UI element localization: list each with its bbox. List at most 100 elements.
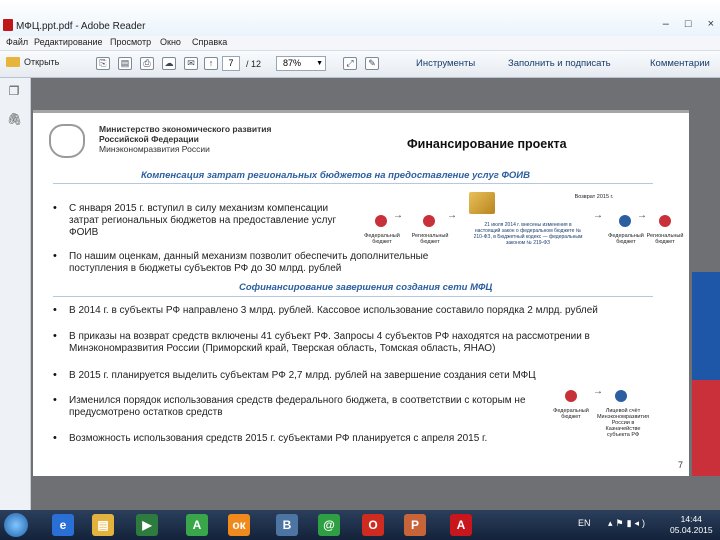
cloud-icon[interactable]: ☁ <box>162 57 176 70</box>
menu-file[interactable]: Файл <box>6 37 28 47</box>
diagram-caption: Федеральный бюджет <box>553 408 589 420</box>
subheading-cofinancing: Софинансирование завершения создания сет… <box>239 282 493 293</box>
fit-page-icon[interactable]: ⤢ <box>343 57 357 70</box>
arrow-icon: → <box>447 210 457 221</box>
diagram-caption: Федеральный бюджет <box>364 233 400 245</box>
law-note: 21 июля 2014 г. внесены изменения в наст… <box>473 222 583 246</box>
russia-emblem-icon <box>49 124 85 158</box>
slide-number: 7 <box>677 460 683 470</box>
sign-icon[interactable]: ✎ <box>365 57 379 70</box>
bullet-text: В 2014 г. в субъекты РФ направлено 3 млр… <box>69 305 598 316</box>
opera-icon[interactable]: O <box>362 514 384 536</box>
page-thumbnails-icon[interactable]: ❐ <box>7 84 21 98</box>
law-book-icon <box>469 192 495 214</box>
toolbar: Открыть ⎘ ▤ ⎙ ☁ ✉ ↑ 7 / 12 87% ▼ ⤢ ✎ Инс… <box>0 51 720 78</box>
diagram-caption: Региональный бюджет <box>411 233 449 245</box>
arrow-icon: → <box>393 210 403 221</box>
menu-help[interactable]: Справка <box>192 37 227 47</box>
ministry-line3: Минэкономразвития России <box>99 144 210 154</box>
slide-title: Финансирование проекта <box>407 137 567 151</box>
federal-budget-icon <box>565 390 577 402</box>
document-page: Министерство экономического развития Рос… <box>33 110 689 476</box>
odnoklassniki-icon[interactable]: ок <box>228 514 250 536</box>
menu-view[interactable]: Просмотр <box>110 37 151 47</box>
bullet-text: Возможность использования средств 2015 г… <box>69 433 488 444</box>
page-total: / 12 <box>246 59 262 69</box>
tray-icons[interactable]: ▴⚑▮◂) <box>608 518 648 529</box>
federal-budget-icon <box>619 215 631 227</box>
ministry-line1: Министерство экономического развития <box>99 124 272 134</box>
maximize-button[interactable]: □ <box>685 18 692 30</box>
bullet-text: По нашим оценкам, данный механизм позвол… <box>69 251 429 274</box>
bullet-marker: • <box>53 202 57 214</box>
bullet-marker: • <box>53 432 57 444</box>
federal-budget-icon <box>375 215 387 227</box>
ministry-line2: Российской Федерации <box>99 134 199 144</box>
bullet-text: Изменился порядок использования средств … <box>69 395 526 418</box>
powerpoint-icon[interactable]: P <box>404 514 426 536</box>
window-titlebar: МФЦ.ppt.pdf - Adobe Reader – □ × <box>0 0 720 36</box>
internet-explorer-icon[interactable]: e <box>52 514 74 536</box>
regional-budget-icon <box>423 215 435 227</box>
open-label: Открыть <box>24 57 60 67</box>
windows-taskbar: e ▤ ▶ A ок B @ O P A EN ▴⚑▮◂) 14:44 05.0… <box>0 510 720 540</box>
navigation-panel: ❐ 🖇 <box>0 78 31 510</box>
email-icon[interactable]: ✉ <box>184 57 198 70</box>
adobe-reader-icon <box>3 19 13 31</box>
bullet-marker: • <box>53 250 57 262</box>
menu-window[interactable]: Окно <box>160 37 181 47</box>
subheading-compensation: Компенсация затрат региональных бюджетов… <box>141 170 530 181</box>
bullet-text: В приказы на возврат средств включены 41… <box>69 331 590 354</box>
bullet-text: С января 2015 г. вступил в силу механизм… <box>69 203 337 238</box>
adobe-reader-taskbar-icon[interactable]: A <box>450 514 472 536</box>
bullet-marker: • <box>53 369 57 381</box>
diagram-caption: Региональный бюджет <box>646 233 684 245</box>
menu-bar: Файл Редактирование Просмотр Окно Справк… <box>0 36 720 51</box>
minimize-button[interactable]: – <box>663 18 669 30</box>
create-pdf-icon[interactable]: ⎘ <box>96 57 110 70</box>
comments-button[interactable]: Комментарии <box>650 58 710 69</box>
clock-date: 05.04.2015 <box>670 525 713 535</box>
save-icon[interactable]: ▤ <box>118 57 132 70</box>
fill-sign-button[interactable]: Заполнить и подписать <box>508 58 611 69</box>
bullet-text: В 2015 г. планируется выделить субъектам… <box>69 370 536 381</box>
arrow-icon: → <box>593 210 603 221</box>
language-indicator[interactable]: EN <box>578 518 591 528</box>
vkontakte-icon[interactable]: B <box>276 514 298 536</box>
bullet-marker: • <box>53 330 57 342</box>
bullet-marker: • <box>53 394 57 406</box>
menu-edit[interactable]: Редактирование <box>34 37 103 47</box>
tools-button[interactable]: Инструменты <box>416 58 475 69</box>
bullet-marker: • <box>53 304 57 316</box>
divider <box>53 183 653 184</box>
window-title: МФЦ.ppt.pdf - Adobe Reader <box>16 21 146 32</box>
mail-icon[interactable]: @ <box>318 514 340 536</box>
diagram-caption: Федеральный бюджет <box>608 233 644 245</box>
attachments-icon[interactable]: 🖇 <box>7 112 22 126</box>
ministry-account-icon <box>615 390 627 402</box>
print-icon[interactable]: ⎙ <box>140 57 154 70</box>
clock-time: 14:44 <box>680 514 702 524</box>
zoom-value: 87% <box>283 58 302 68</box>
folder-icon <box>6 57 20 67</box>
page-number-input[interactable]: 7 <box>222 56 240 71</box>
prev-page-icon[interactable]: ↑ <box>204 57 218 70</box>
divider <box>53 296 653 297</box>
regional-budget-icon <box>659 215 671 227</box>
zoom-select[interactable]: 87% ▼ <box>276 56 326 71</box>
flag-stripe-red <box>692 380 720 476</box>
slide-top-rule <box>33 110 689 113</box>
start-button[interactable] <box>4 513 28 537</box>
ministry-header: Министерство экономического развития Рос… <box>99 124 271 154</box>
flag-stripe-blue <box>692 272 720 380</box>
return-caption: Возврат 2015 г. <box>574 194 614 200</box>
file-explorer-icon[interactable]: ▤ <box>92 514 114 536</box>
close-button[interactable]: × <box>708 18 714 30</box>
clock[interactable]: 14:44 05.04.2015 <box>670 514 713 536</box>
chevron-down-icon: ▼ <box>316 60 323 67</box>
media-player-icon[interactable]: ▶ <box>136 514 158 536</box>
arrow-icon: → <box>593 386 603 397</box>
app-a-icon[interactable]: A <box>186 514 208 536</box>
open-button[interactable]: Открыть <box>6 57 59 67</box>
diagram-caption: Лицевой счёт Минэкономразвития России в … <box>596 408 650 438</box>
